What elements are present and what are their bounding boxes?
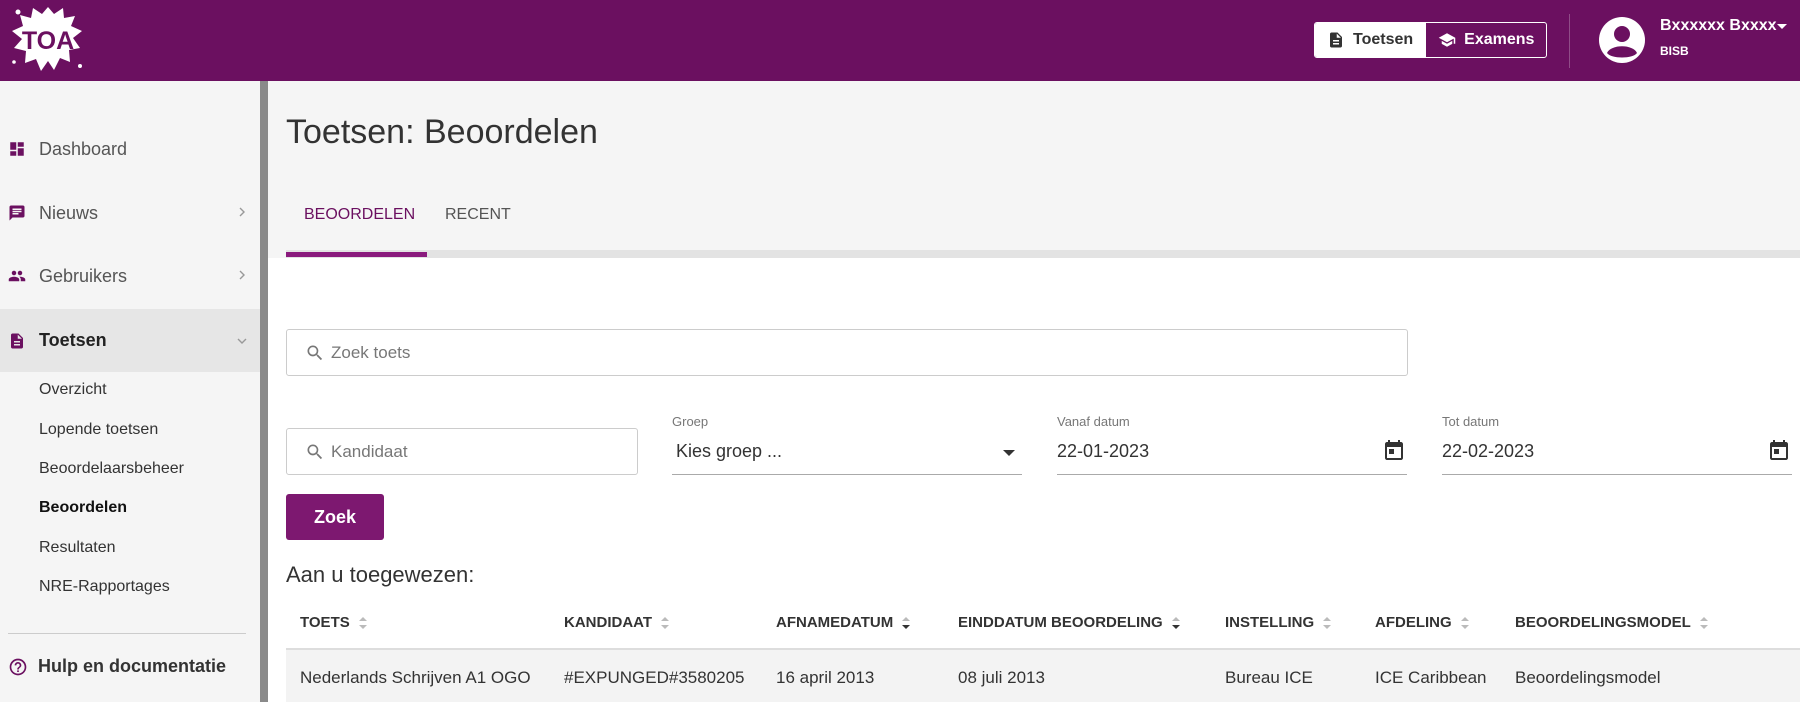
chevron-right-icon — [239, 270, 245, 280]
to-date-underline — [1442, 474, 1792, 475]
tab-recent[interactable]: RECENT — [445, 206, 511, 224]
column-header-label: AFNAMEDATUM — [776, 614, 894, 631]
sidebar-item-toetsen[interactable]: Toetsen — [0, 309, 260, 372]
document-icon — [1330, 32, 1342, 48]
column-header-label: KANDIDAAT — [564, 614, 653, 631]
sidebar-item-label: Gebruikers — [39, 265, 128, 286]
sidebar-item-dashboard[interactable]: Dashboard — [0, 119, 260, 179]
table-cell-instelling: Bureau ICE — [1225, 668, 1313, 687]
group-label: Groep — [672, 414, 709, 429]
mode-toggle: Toetsen Examens — [1314, 22, 1548, 58]
search-icon — [307, 444, 323, 459]
help-label: Hulp en documentatie — [38, 656, 227, 676]
column-header-instelling[interactable]: INSTELLING — [1225, 614, 1332, 631]
user-organization: BISB — [1660, 44, 1689, 58]
sidebar-subitem-overzicht[interactable]: Overzicht — [39, 381, 107, 399]
tab-active-indicator — [286, 252, 427, 257]
sort-descending-icon — [1171, 616, 1180, 629]
sort-icon — [1460, 616, 1469, 629]
user-menu-caret-icon[interactable] — [1777, 24, 1787, 29]
table-cell-einddatum: 08 juli 2013 — [958, 668, 1045, 687]
sidebar-divider — [8, 633, 246, 634]
candidate-input[interactable]: Kandidaat — [286, 428, 638, 475]
from-date-label: Vanaf datum — [1057, 414, 1130, 429]
graduation-cap-icon — [1438, 33, 1456, 47]
column-header-toets[interactable]: TOETS — [300, 614, 368, 631]
column-header-afdeling[interactable]: AFDELING — [1375, 614, 1470, 631]
table-cell-kandidaat: #EXPUNGED#3580205 — [564, 668, 745, 687]
to-date-input[interactable]: 22-02-2023 — [1442, 441, 1534, 462]
dashboard-icon — [10, 142, 24, 156]
tab-bar — [286, 250, 1800, 258]
sidebar-subitem-lopende-toetsen[interactable]: Lopende toetsen — [39, 421, 158, 439]
sidebar-item-gebruikers[interactable]: Gebruikers — [0, 246, 260, 306]
page-title: Toetsen: Beoordelen — [286, 113, 598, 151]
search-toets-input[interactable]: Zoek toets — [286, 329, 1408, 376]
table-cell-afdeling: ICE Caribbean — [1375, 668, 1487, 687]
column-header-label: BEOORDELINGSMODEL — [1515, 614, 1691, 631]
toggle-toetsen[interactable]: Toetsen — [1315, 23, 1426, 57]
people-icon — [8, 270, 26, 282]
sidebar-item-label: Dashboard — [39, 138, 128, 159]
sort-icon — [358, 616, 367, 629]
column-header-label: INSTELLING — [1225, 614, 1315, 631]
help-circle-icon — [9, 658, 27, 675]
app-header: TOA Toetsen Examens Bxxxxxx Bxxxx BISB — [0, 0, 1800, 81]
chevron-down-icon — [237, 338, 247, 344]
column-header-einddatum-beoordeling[interactable]: EINDDATUM BEOORDELING — [958, 614, 1181, 631]
candidate-placeholder: Kandidaat — [331, 441, 408, 461]
toggle-examens-label: Examens — [1464, 31, 1535, 48]
calendar-icon[interactable] — [1382, 439, 1406, 463]
calendar-icon[interactable] — [1767, 439, 1791, 463]
sidebar-subitem-nre-rapportages[interactable]: NRE-Rapportages — [39, 578, 170, 596]
column-header-beoordelingsmodel[interactable]: BEOORDELINGSMODEL — [1515, 614, 1709, 631]
sort-icon — [661, 616, 670, 629]
sort-descending-icon — [902, 616, 911, 629]
table-cell-toets: Nederlands Schrijven A1 OGO — [300, 668, 531, 687]
table-cell-beoordelingsmodel: Beoordelingsmodel — [1515, 668, 1661, 687]
chevron-right-icon — [239, 207, 245, 217]
sidebar-subitem-beoordelaarsbeheer[interactable]: Beoordelaarsbeheer — [39, 460, 184, 478]
from-date-input[interactable]: 22-01-2023 — [1057, 441, 1149, 462]
help-link[interactable]: Hulp en documentatie — [8, 656, 226, 677]
assigned-title: Aan u toegewezen: — [286, 562, 475, 587]
chat-icon — [9, 205, 25, 221]
column-header-afnamedatum[interactable]: AFNAMEDATUM — [776, 614, 911, 631]
sidebar-item-label: Nieuws — [39, 202, 99, 223]
sidebar-subitem-resultaten[interactable]: Resultaten — [39, 539, 116, 557]
sidebar-item-label: Toetsen — [39, 330, 107, 350]
search-icon — [307, 345, 323, 360]
dropdown-arrow-icon[interactable] — [1003, 450, 1015, 456]
table-cell-afnamedatum: 16 april 2013 — [776, 668, 875, 687]
document-icon — [11, 333, 23, 348]
user-name[interactable]: Bxxxxxx Bxxxx — [1660, 17, 1777, 35]
toggle-examens[interactable]: Examens — [1425, 23, 1546, 57]
group-select[interactable]: Kies groep ... — [676, 441, 782, 462]
search-button[interactable]: Zoek — [286, 494, 384, 540]
group-select-underline — [672, 474, 1022, 475]
toa-logo[interactable]: TOA — [8, 4, 88, 76]
logo-text: TOA — [22, 27, 74, 55]
sort-icon — [1699, 616, 1708, 629]
sidebar-scrollbar[interactable] — [260, 81, 268, 702]
from-date-underline — [1057, 474, 1407, 475]
header-divider — [1569, 14, 1570, 68]
column-header-label: TOETS — [300, 614, 350, 631]
column-header-label: EINDDATUM BEOORDELING — [958, 614, 1163, 631]
tab-beoordelen[interactable]: BEOORDELEN — [304, 206, 415, 224]
column-header-kandidaat[interactable]: KANDIDAAT — [564, 614, 670, 631]
search-toets-placeholder: Zoek toets — [331, 342, 411, 362]
user-avatar-icon[interactable] — [1598, 16, 1646, 64]
column-header-label: AFDELING — [1375, 614, 1452, 631]
to-date-label: Tot datum — [1442, 414, 1500, 429]
sort-icon — [1323, 616, 1332, 629]
sidebar-subitem-beoordelen[interactable]: Beoordelen — [39, 499, 127, 517]
sidebar-item-nieuws[interactable]: Nieuws — [0, 183, 260, 243]
content-panel — [268, 258, 1800, 702]
toggle-toetsen-label: Toetsen — [1353, 31, 1414, 48]
